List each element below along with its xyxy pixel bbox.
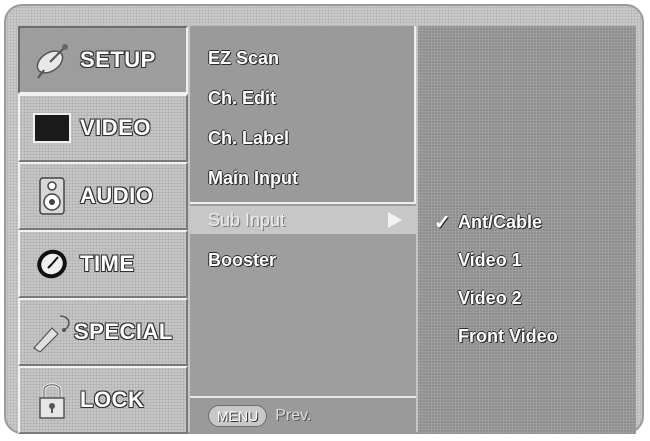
- menu-item-ch-edit[interactable]: Ch. Edit: [208, 88, 276, 109]
- setup-menu-panel: EZ Scan Ch. Edit Ch. Label Main Input Su…: [190, 26, 416, 434]
- menu-item-label: Sub Input: [208, 209, 286, 230]
- menu-item-sub-input[interactable]: Sub Input: [190, 206, 416, 234]
- category-audio[interactable]: AUDIO: [18, 162, 188, 230]
- sub-input-options-panel: ✓ Ant/Cable Video 1 Video 2 Front Video: [418, 26, 636, 434]
- satellite-dish-icon: [36, 44, 68, 79]
- menu-item-booster[interactable]: Booster: [208, 250, 276, 271]
- option-video-1[interactable]: Video 1: [458, 250, 522, 271]
- menu-item-main-input[interactable]: Main Input: [208, 168, 298, 189]
- clock-icon: [37, 249, 67, 279]
- category-setup[interactable]: SETUP: [18, 26, 188, 94]
- category-label: AUDIO: [80, 183, 154, 208]
- speaker-icon: [39, 177, 65, 215]
- category-label: TIME: [80, 251, 135, 276]
- option-video-2[interactable]: Video 2: [458, 288, 522, 309]
- category-panel: SETUP VIDEO AUDIO TIME SPECIAL LOCK: [18, 26, 188, 434]
- menu-item-ez-scan[interactable]: EZ Scan: [208, 48, 279, 69]
- padlock-icon: [39, 383, 65, 419]
- category-label: SETUP: [80, 47, 156, 72]
- category-label: SPECIAL: [74, 319, 173, 344]
- tv-osd-screen: SETUP VIDEO AUDIO TIME SPECIAL LOCK EZ S…: [4, 4, 644, 434]
- menu-footer: MENU Prev.: [190, 396, 416, 434]
- category-video[interactable]: VIDEO: [18, 94, 188, 162]
- menu-item-ch-label[interactable]: Ch. Label: [208, 128, 289, 149]
- option-front-video[interactable]: Front Video: [458, 326, 558, 347]
- category-special[interactable]: SPECIAL: [18, 298, 188, 366]
- play-arrow-icon: [388, 212, 402, 228]
- menu-button[interactable]: MENU: [208, 405, 268, 427]
- magic-wand-icon: [33, 315, 70, 352]
- screen-icon: [33, 113, 71, 143]
- category-label: VIDEO: [80, 115, 151, 140]
- category-lock[interactable]: LOCK: [18, 366, 188, 434]
- category-time[interactable]: TIME: [18, 230, 188, 298]
- category-label: LOCK: [80, 387, 145, 412]
- option-ant-cable[interactable]: Ant/Cable: [458, 212, 542, 233]
- checkmark-icon: ✓: [434, 212, 451, 234]
- prev-label: Prev.: [275, 407, 312, 424]
